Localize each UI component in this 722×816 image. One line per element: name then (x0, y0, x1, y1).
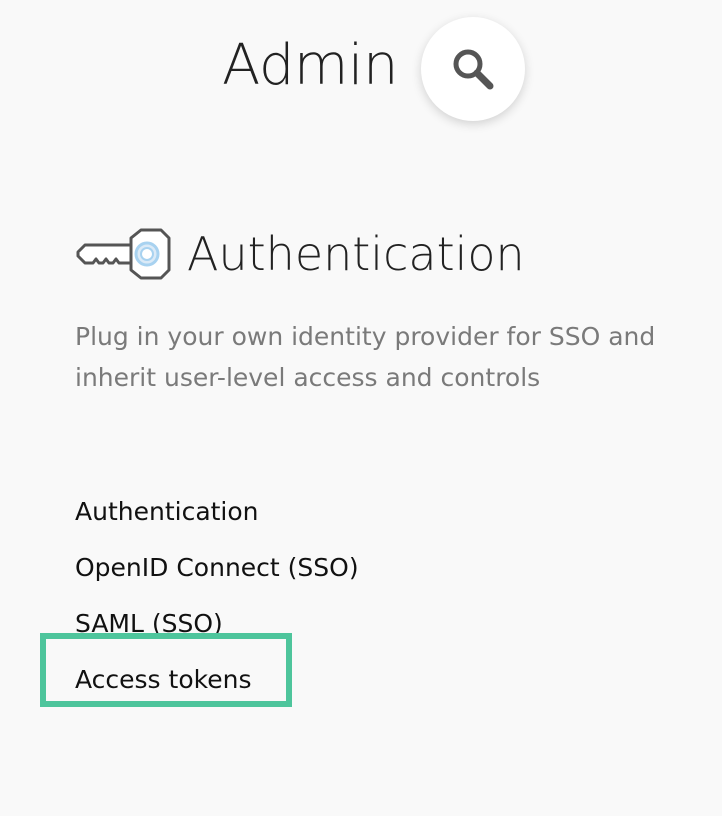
admin-header: Admin (0, 0, 722, 140)
search-button[interactable] (421, 17, 525, 121)
menu-item-saml[interactable]: SAML (SSO) (75, 596, 359, 652)
menu-item-authentication[interactable]: Authentication (75, 484, 359, 540)
menu-item-access-tokens[interactable]: Access tokens (75, 652, 359, 708)
section-header: Authentication (75, 222, 525, 286)
menu-item-openid-connect[interactable]: OpenID Connect (SSO) (75, 540, 359, 596)
search-icon (453, 49, 494, 90)
section-title: Authentication (187, 227, 525, 281)
page-title: Admin (222, 33, 398, 98)
auth-menu: Authentication OpenID Connect (SSO) SAML… (75, 484, 359, 708)
key-icon (76, 228, 171, 280)
section-description: Plug in your own identity provider for S… (75, 322, 656, 392)
